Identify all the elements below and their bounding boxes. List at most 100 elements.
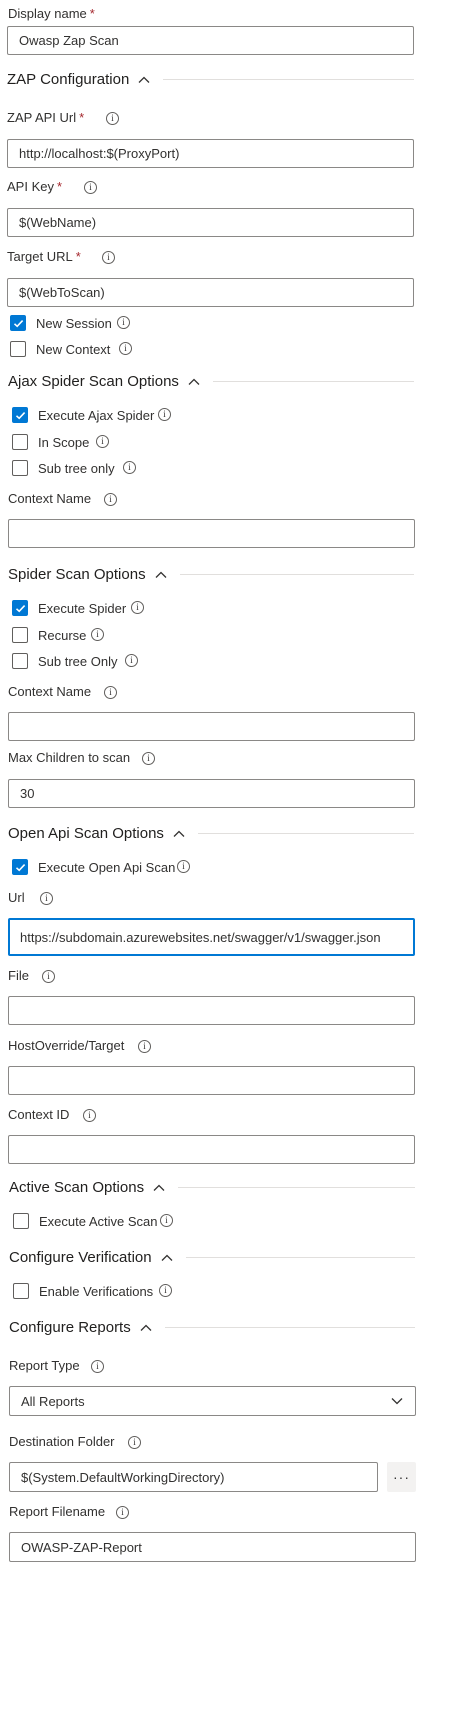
destination-folder-input[interactable]: $(System.DefaultWorkingDirectory) <box>9 1462 378 1492</box>
zap-api-url-input[interactable]: http://localhost:$(ProxyPort) <box>7 139 414 168</box>
info-icon[interactable]: i <box>106 112 119 125</box>
checkbox-label: New Session <box>36 315 112 331</box>
openapi-url-input[interactable]: https://subdomain.azurewebsites.net/swag… <box>8 918 415 956</box>
info-icon[interactable]: i <box>104 686 117 699</box>
spider-context-name-input[interactable] <box>8 712 415 741</box>
section-ajax-spider[interactable]: Ajax Spider Scan Options <box>8 373 414 390</box>
section-title: Open Api Scan Options <box>8 825 164 842</box>
host-override-input[interactable] <box>8 1066 415 1095</box>
section-title: Configure Reports <box>9 1319 131 1336</box>
display-name-label: Display name * <box>8 6 95 21</box>
execute-ajax-spider-checkbox[interactable]: Execute Ajax Spider <box>12 407 154 423</box>
checkbox-box[interactable] <box>10 315 26 331</box>
checkbox-label: Enable Verifications <box>39 1283 154 1299</box>
new-context-checkbox[interactable]: New Context <box>10 341 110 357</box>
context-id-label-text: Context ID <box>8 1107 70 1122</box>
info-icon[interactable]: i <box>83 1109 96 1122</box>
execute-spider-checkbox[interactable]: Execute Spider <box>12 600 126 616</box>
checkbox-box[interactable] <box>12 434 28 450</box>
checkmark-icon <box>15 604 25 612</box>
browse-button[interactable]: ··· <box>387 1462 416 1492</box>
info-icon[interactable]: i <box>177 860 190 873</box>
checkbox-label: Sub tree Only <box>38 653 118 669</box>
info-icon[interactable]: i <box>84 181 97 194</box>
section-open-api-scan[interactable]: Open Api Scan Options <box>8 825 414 842</box>
checkbox-box[interactable] <box>12 627 28 643</box>
max-children-input[interactable]: 30 <box>8 779 415 808</box>
checkbox-box[interactable] <box>12 600 28 616</box>
execute-active-scan-checkbox[interactable]: Execute Active Scan <box>13 1213 158 1229</box>
info-icon[interactable]: i <box>131 601 144 614</box>
section-title: Ajax Spider Scan Options <box>8 373 179 390</box>
chevron-down-icon <box>391 1398 403 1405</box>
checkmark-icon <box>13 319 23 327</box>
info-icon[interactable]: i <box>125 654 138 667</box>
report-type-dropdown[interactable]: All Reports <box>9 1386 416 1416</box>
destination-folder-label: Destination Folder <box>9 1434 115 1449</box>
api-key-input[interactable]: $(WebName) <box>7 208 414 237</box>
chevron-up-icon <box>155 571 167 578</box>
info-icon[interactable]: i <box>128 1436 141 1449</box>
checkbox-box[interactable] <box>13 1213 29 1229</box>
openapi-url-label: Url <box>8 890 25 905</box>
checkbox-label: In Scope <box>38 434 90 450</box>
section-configure-reports[interactable]: Configure Reports <box>9 1319 415 1336</box>
info-icon[interactable]: i <box>123 461 136 474</box>
openapi-file-label: File <box>8 968 29 983</box>
checkbox-box[interactable] <box>12 859 28 875</box>
checkbox-box[interactable] <box>13 1283 29 1299</box>
info-icon[interactable]: i <box>142 752 155 765</box>
checkbox-box[interactable] <box>12 407 28 423</box>
section-active-scan[interactable]: Active Scan Options <box>9 1179 415 1196</box>
host-override-label-text: HostOverride/Target <box>8 1038 125 1053</box>
report-filename-input[interactable]: OWASP-ZAP-Report <box>9 1532 416 1562</box>
info-icon[interactable]: i <box>116 1506 129 1519</box>
info-icon[interactable]: i <box>102 251 115 264</box>
info-icon[interactable]: i <box>117 316 130 329</box>
ajax-context-name-input[interactable] <box>8 519 415 548</box>
new-session-checkbox[interactable]: New Session <box>10 315 112 331</box>
section-zap-configuration[interactable]: ZAP Configuration <box>7 71 414 88</box>
section-title: Configure Verification <box>9 1249 152 1266</box>
section-spider-scan[interactable]: Spider Scan Options <box>8 566 414 583</box>
section-divider <box>163 79 414 80</box>
context-id-label: Context ID <box>8 1107 69 1122</box>
enable-verifications-checkbox[interactable]: Enable Verifications <box>13 1283 153 1299</box>
display-name-value: Owasp Zap Scan <box>19 33 119 48</box>
execute-open-api-checkbox[interactable]: Execute Open Api Scan <box>12 859 175 875</box>
info-icon[interactable]: i <box>42 970 55 983</box>
section-divider <box>178 1187 415 1188</box>
spider-context-name-label: Context Name <box>8 684 91 699</box>
target-url-input[interactable]: $(WebToScan) <box>7 278 414 307</box>
info-icon[interactable]: i <box>91 628 104 641</box>
info-icon[interactable]: i <box>160 1214 173 1227</box>
section-divider <box>164 1327 415 1328</box>
checkbox-label: Sub tree only <box>38 460 115 476</box>
openapi-url-value: https://subdomain.azurewebsites.net/swag… <box>20 929 381 945</box>
in-scope-checkbox[interactable]: In Scope <box>12 434 89 450</box>
recurse-checkbox[interactable]: Recurse <box>12 627 86 643</box>
checkbox-label: New Context <box>36 341 111 357</box>
display-name-input[interactable]: Owasp Zap Scan <box>7 26 414 55</box>
info-icon[interactable]: i <box>40 892 53 905</box>
target-url-label-text: Target URL <box>7 249 73 264</box>
checkbox-box[interactable] <box>12 653 28 669</box>
info-icon[interactable]: i <box>96 435 109 448</box>
ajax-sub-tree-checkbox[interactable]: Sub tree only <box>12 460 115 476</box>
checkbox-box[interactable] <box>12 460 28 476</box>
api-key-label: API Key * <box>7 179 62 194</box>
section-configure-verification[interactable]: Configure Verification <box>9 1249 415 1266</box>
chevron-up-icon <box>161 1254 173 1261</box>
context-id-input[interactable] <box>8 1135 415 1164</box>
spider-sub-tree-checkbox[interactable]: Sub tree Only <box>12 653 118 669</box>
info-icon[interactable]: i <box>159 1284 172 1297</box>
report-filename-label: Report Filename <box>9 1504 105 1519</box>
info-icon[interactable]: i <box>91 1360 104 1373</box>
info-icon[interactable]: i <box>104 493 117 506</box>
checkbox-box[interactable] <box>10 341 26 357</box>
openapi-file-input[interactable] <box>8 996 415 1025</box>
destination-folder-value: $(System.DefaultWorkingDirectory) <box>21 1469 225 1485</box>
info-icon[interactable]: i <box>138 1040 151 1053</box>
info-icon[interactable]: i <box>119 342 132 355</box>
info-icon[interactable]: i <box>158 408 171 421</box>
